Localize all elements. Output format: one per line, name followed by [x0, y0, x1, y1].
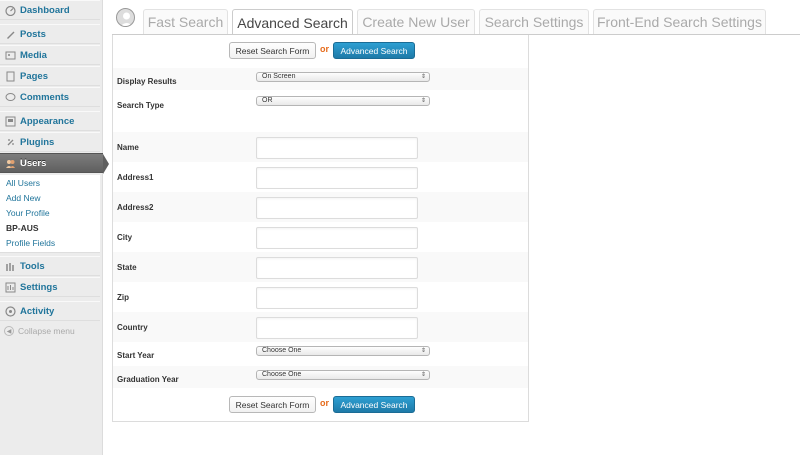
collapse-menu[interactable]: ◀ Collapse menu	[4, 326, 75, 336]
menu-media[interactable]: Media	[0, 45, 100, 65]
name-label: Name	[117, 143, 139, 152]
tab-advanced-search[interactable]: Advanced Search	[232, 9, 353, 35]
submenu-profile-fields[interactable]: Profile Fields	[6, 238, 55, 248]
submenu-your-profile[interactable]: Your Profile	[6, 208, 50, 218]
search-type-select[interactable]: OR ⇕	[256, 96, 430, 106]
collapse-menu-label: Collapse menu	[18, 326, 75, 336]
reset-search-form-button-top[interactable]: Reset Search Form	[229, 42, 316, 59]
menu-posts[interactable]: Posts	[0, 24, 100, 44]
user-avatar-icon	[116, 8, 135, 27]
dashboard-icon	[4, 4, 16, 16]
country-input[interactable]	[256, 317, 418, 339]
menu-pages[interactable]: Pages	[0, 66, 100, 86]
menu-settings-label: Settings	[20, 281, 58, 293]
collapse-arrow-icon: ◀	[4, 326, 14, 336]
graduation-year-label: Graduation Year	[117, 375, 179, 384]
search-type-value: OR	[262, 97, 273, 104]
menu-pages-label: Pages	[20, 70, 48, 82]
menu-media-label: Media	[20, 49, 47, 61]
search-type-label: Search Type	[117, 101, 164, 110]
select-arrows-icon: ⇕	[420, 98, 426, 104]
menu-posts-label: Posts	[20, 28, 46, 40]
state-input[interactable]	[256, 257, 418, 279]
menu-comments[interactable]: Comments	[0, 87, 100, 107]
city-label: City	[117, 233, 133, 242]
reset-search-form-button-bottom[interactable]: Reset Search Form	[229, 396, 316, 413]
menu-appearance[interactable]: Appearance	[0, 111, 100, 131]
graduation-year-select[interactable]: Choose One ⇕	[256, 370, 430, 380]
settings-icon	[4, 281, 16, 293]
menu-tools-label: Tools	[20, 260, 45, 272]
admin-sidebar: Dashboard Posts Media Pages Comments App…	[0, 0, 109, 455]
menu-appearance-label: Appearance	[20, 115, 75, 127]
name-input[interactable]	[256, 137, 418, 159]
advanced-search-button-bottom[interactable]: Advanced Search	[333, 396, 415, 413]
or-label-top: or	[320, 44, 329, 54]
menu-plugins-label: Plugins	[20, 136, 55, 148]
start-year-label: Start Year	[117, 351, 155, 360]
menu-tools[interactable]: Tools	[0, 256, 100, 276]
users-icon	[4, 157, 16, 169]
start-year-value: Choose One	[262, 347, 302, 354]
start-year-select[interactable]: Choose One ⇕	[256, 346, 430, 356]
display-results-label: Display Results	[117, 77, 177, 86]
advanced-search-form: Reset Search Form or Advanced Search Dis…	[112, 35, 529, 422]
menu-settings[interactable]: Settings	[0, 277, 100, 297]
address1-input[interactable]	[256, 167, 418, 189]
city-input[interactable]	[256, 227, 418, 249]
pages-icon	[4, 70, 16, 82]
appearance-icon	[4, 115, 16, 127]
comments-icon	[4, 91, 16, 103]
tools-icon	[4, 260, 16, 272]
menu-dashboard-label: Dashboard	[20, 4, 70, 16]
menu-dashboard[interactable]: Dashboard	[0, 0, 100, 20]
media-icon	[4, 49, 16, 61]
display-results-value: On Screen	[262, 73, 296, 80]
posts-icon	[4, 28, 16, 40]
select-arrows-icon: ⇕	[420, 74, 426, 80]
state-label: State	[117, 263, 137, 272]
menu-users-label: Users	[20, 157, 47, 169]
users-submenu: All Users Add New Your Profile BP-AUS Pr…	[0, 175, 100, 253]
graduation-year-value: Choose One	[262, 371, 302, 378]
or-label-bottom: or	[320, 398, 329, 408]
tab-front-end-search-settings[interactable]: Front-End Search Settings	[593, 9, 766, 34]
submenu-add-new[interactable]: Add New	[6, 193, 41, 203]
menu-users[interactable]: Users	[0, 153, 109, 174]
menu-plugins[interactable]: Plugins	[0, 132, 100, 152]
select-arrows-icon: ⇕	[420, 372, 426, 378]
current-menu-arrow	[103, 154, 109, 174]
select-arrows-icon: ⇕	[420, 348, 426, 354]
submenu-all-users[interactable]: All Users	[6, 178, 40, 188]
zip-input[interactable]	[256, 287, 418, 309]
menu-comments-label: Comments	[20, 91, 70, 103]
advanced-search-button-top[interactable]: Advanced Search	[333, 42, 415, 59]
tab-fast-search[interactable]: Fast Search	[143, 9, 228, 34]
plugins-icon	[4, 136, 16, 148]
submenu-bp-aus[interactable]: BP-AUS	[6, 223, 39, 233]
country-label: Country	[117, 323, 148, 332]
display-results-select[interactable]: On Screen ⇕	[256, 72, 430, 82]
menu-activity[interactable]: Activity	[0, 301, 100, 321]
activity-icon	[4, 305, 16, 317]
address1-label: Address1	[117, 173, 154, 182]
zip-label: Zip	[117, 293, 129, 302]
tab-create-new-user[interactable]: Create New User	[357, 9, 475, 34]
tab-search-settings[interactable]: Search Settings	[479, 9, 589, 34]
address2-label: Address2	[117, 203, 154, 212]
menu-activity-label: Activity	[20, 305, 55, 317]
address2-input[interactable]	[256, 197, 418, 219]
